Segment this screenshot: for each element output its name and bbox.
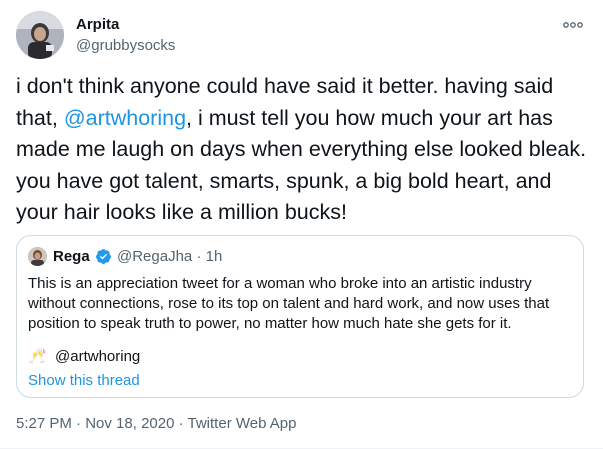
meta-separator: ·	[174, 415, 188, 432]
quoted-tweet[interactable]: Rega @RegaJha · 1h This is an appreciati…	[16, 235, 584, 398]
tweet-time[interactable]: 5:27 PM	[16, 415, 72, 432]
author-avatar[interactable]	[16, 11, 64, 59]
more-horizontal-icon[interactable]	[563, 20, 583, 30]
quoted-tweet-text: This is an appreciation tweet for a woma…	[28, 275, 550, 332]
quoted-separator: ·	[196, 248, 202, 265]
quoted-author-name: Rega	[53, 248, 90, 265]
quoted-author-meta: @RegaJha · 1h	[117, 248, 222, 265]
quoted-timestamp[interactable]: 1h	[206, 248, 223, 265]
author-name[interactable]: Arpita	[76, 16, 119, 33]
quoted-mention: @artwhoring	[55, 348, 141, 365]
tweet-text: i don't think anyone could have said it …	[16, 71, 588, 229]
tweet-client[interactable]: Twitter Web App	[188, 415, 297, 432]
quoted-author-avatar	[28, 247, 47, 266]
author-handle[interactable]: @grubbysocks	[76, 37, 175, 54]
meta-separator: ·	[71, 415, 86, 432]
verified-badge-icon	[95, 248, 112, 265]
quoted-author-handle: @RegaJha	[117, 248, 193, 265]
tweet-date[interactable]: Nov 18, 2020	[85, 415, 174, 432]
show-thread-link[interactable]: Show this thread	[28, 371, 140, 391]
tweet-mention-link[interactable]: @artwhoring	[64, 106, 186, 130]
tweet: Arpita @grubbysocks i don't think anyone…	[0, 0, 603, 449]
tweet-meta: 5:27 PM · Nov 18, 2020 · Twitter Web App	[16, 415, 296, 432]
champagne-emoji: 🥂	[28, 348, 47, 365]
